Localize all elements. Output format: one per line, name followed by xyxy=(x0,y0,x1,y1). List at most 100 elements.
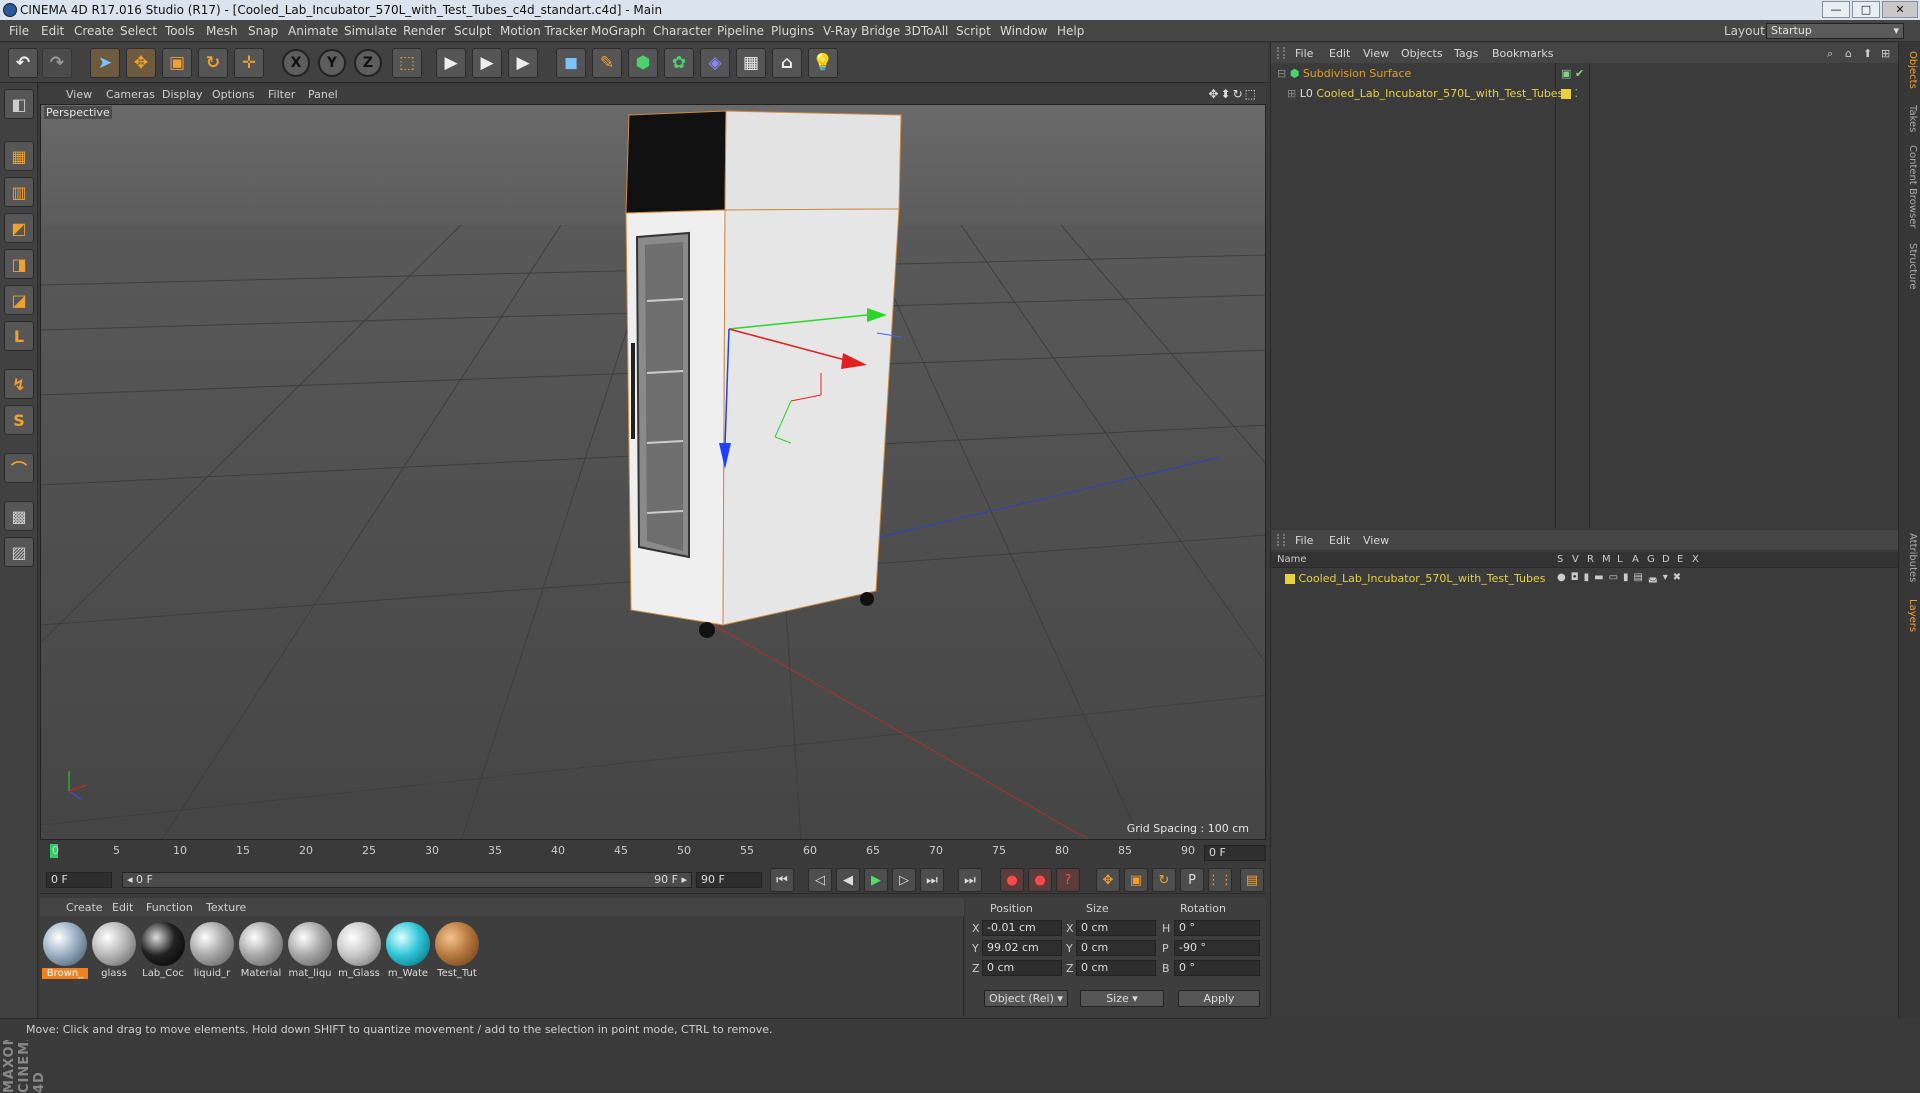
home-icon[interactable]: ⌂ xyxy=(1845,47,1852,60)
size-mode-dropdown[interactable]: Size ▾ xyxy=(1080,990,1164,1007)
layer-menu-edit[interactable]: Edit xyxy=(1329,534,1350,547)
up-arrow-icon[interactable]: ⬆ xyxy=(1863,47,1872,60)
render-view-button[interactable]: ▶ xyxy=(436,48,466,78)
object-menu-objects[interactable]: Objects xyxy=(1401,47,1443,60)
expand-icon[interactable]: ⊞ xyxy=(1287,87,1296,100)
menu-pipeline[interactable]: Pipeline xyxy=(717,24,764,38)
viewport-menu-options[interactable]: Options xyxy=(212,88,254,101)
tab-takes[interactable]: Takes xyxy=(1902,105,1918,132)
rotate-tool-button[interactable]: ↻ xyxy=(198,48,228,78)
menu-vray-bridge[interactable]: V-Ray Bridge xyxy=(823,24,900,38)
search-icon[interactable]: ⌕ xyxy=(1827,47,1833,61)
model-mode-button[interactable]: ▦ xyxy=(4,141,34,171)
layout-select[interactable]: Startup ▾ xyxy=(1766,23,1904,39)
tab-structure[interactable]: Structure xyxy=(1902,243,1918,290)
polygons-mode-button[interactable]: L xyxy=(4,321,34,351)
object-menu-edit[interactable]: Edit xyxy=(1329,47,1350,60)
render-settings-button[interactable]: ▶ xyxy=(508,48,538,78)
current-frame-field[interactable]: 0 F xyxy=(1204,845,1266,861)
menu-snap[interactable]: Snap xyxy=(248,24,278,38)
size-y-field[interactable]: 0 cm xyxy=(1076,940,1156,956)
material-swatch[interactable]: Material xyxy=(238,922,284,982)
render-picture-viewer-button[interactable]: ▶ xyxy=(472,48,502,78)
go-to-end-button[interactable]: ⏭ xyxy=(958,868,982,892)
subdivision-surface-button[interactable]: ⬢ xyxy=(628,48,658,78)
workplane-button[interactable]: ▩ xyxy=(4,501,34,531)
incubator-model[interactable] xyxy=(625,110,902,638)
menu-edit[interactable]: Edit xyxy=(41,24,64,38)
object-menu-file[interactable]: File xyxy=(1295,47,1313,60)
rotation-b-field[interactable]: 0 ° xyxy=(1174,960,1260,976)
material-swatch[interactable]: mat_liqu xyxy=(287,922,333,982)
object-tags[interactable]: ▣ ✔ xyxy=(1561,67,1584,80)
material-menu-edit[interactable]: Edit xyxy=(112,901,133,914)
menu-plugins[interactable]: Plugins xyxy=(771,24,814,38)
end-frame-field[interactable]: 90 F xyxy=(696,872,762,888)
material-menu-texture[interactable]: Texture xyxy=(206,901,246,914)
keyframe-selection-button[interactable]: ? xyxy=(1056,868,1080,892)
next-key-button[interactable]: ⏭ xyxy=(920,868,944,892)
material-swatch[interactable]: glass xyxy=(91,922,137,982)
maximize-button[interactable]: □ xyxy=(1852,1,1880,18)
record-key-button[interactable]: ● xyxy=(1000,868,1024,892)
viewport-menu-filter[interactable]: Filter xyxy=(268,88,295,101)
viewport-menu-panel[interactable]: Panel xyxy=(308,88,338,101)
menu-sculpt[interactable]: Sculpt xyxy=(454,24,491,38)
menu-help[interactable]: Help xyxy=(1057,24,1084,38)
menu-simulate[interactable]: Simulate xyxy=(344,24,397,38)
menu-animate[interactable]: Animate xyxy=(288,24,338,38)
menu-select[interactable]: Select xyxy=(120,24,157,38)
cube-primitive-button[interactable]: ◼ xyxy=(556,48,586,78)
menu-motion-tracker[interactable]: Motion Tracker xyxy=(500,24,588,38)
go-to-start-button[interactable]: ⏮ xyxy=(770,868,794,892)
menu-window[interactable]: Window xyxy=(1000,24,1047,38)
material-menu-function[interactable]: Function xyxy=(146,901,193,914)
deformer-button[interactable]: ◈ xyxy=(700,48,730,78)
new-view-icon[interactable]: ⊞ xyxy=(1881,47,1890,60)
timeline-window-button[interactable]: ▤ xyxy=(1240,868,1264,892)
position-y-field[interactable]: 99.02 cm xyxy=(982,940,1062,956)
tab-objects[interactable]: Objects xyxy=(1902,51,1918,89)
workplane-mode-button[interactable]: ◩ xyxy=(4,213,34,243)
camera-button[interactable]: ⌂ xyxy=(772,48,802,78)
material-swatch[interactable]: Test_Tut xyxy=(434,922,480,982)
collapse-icon[interactable]: ⊟ xyxy=(1277,67,1286,80)
autokey-button[interactable]: ● xyxy=(1028,868,1052,892)
live-selection-button[interactable]: ➤ xyxy=(90,48,120,78)
previous-frame-button[interactable]: ◀ xyxy=(836,868,860,892)
rotation-h-field[interactable]: 0 ° xyxy=(1174,920,1260,936)
tab-content-browser[interactable]: Content Browser xyxy=(1902,145,1918,228)
menu-file[interactable]: File xyxy=(9,24,29,38)
panel-grip-icon[interactable] xyxy=(1277,534,1285,546)
size-z-field[interactable]: 0 cm xyxy=(1076,960,1156,976)
pen-spline-button[interactable]: ✎ xyxy=(592,48,622,78)
material-menu-create[interactable]: Create xyxy=(66,901,103,914)
layer-color-tag[interactable]: ⁚ xyxy=(1561,87,1578,100)
rotation-p-field[interactable]: -90 ° xyxy=(1174,940,1260,956)
minimize-button[interactable]: — xyxy=(1822,1,1850,18)
apply-button[interactable]: Apply xyxy=(1178,990,1260,1007)
redo-button[interactable]: ↷ xyxy=(42,48,72,78)
menu-tools[interactable]: Tools xyxy=(165,24,195,38)
tweak-mode-button[interactable]: S xyxy=(4,405,34,435)
texture-mode-button[interactable]: ▥ xyxy=(4,177,34,207)
position-x-field[interactable]: -0.01 cm xyxy=(982,920,1062,936)
z-axis-lock-button[interactable]: Z xyxy=(354,49,382,77)
close-button[interactable]: ✕ xyxy=(1882,1,1918,18)
y-axis-lock-button[interactable]: Y xyxy=(318,49,346,77)
start-frame-field[interactable]: 0 F xyxy=(46,872,112,888)
x-axis-lock-button[interactable]: X xyxy=(282,49,310,77)
light-button[interactable]: 💡 xyxy=(808,48,838,78)
record-pla-button[interactable]: ⋮⋮ xyxy=(1207,868,1233,892)
panel-grip-icon[interactable] xyxy=(1277,47,1285,59)
menu-create[interactable]: Create xyxy=(74,24,114,38)
axis-mode-button[interactable]: ↯ xyxy=(4,369,34,399)
floor-button[interactable]: ▦ xyxy=(736,48,766,78)
object-row[interactable]: ⊟ ⬢ Subdivision Surface xyxy=(1277,67,1411,80)
next-frame-button[interactable]: ▷ xyxy=(892,868,916,892)
layer-flag-icons[interactable]: ●◘▮▬▭▮▤◛▾✖ xyxy=(1557,572,1686,583)
tab-layers[interactable]: Layers xyxy=(1902,599,1918,632)
object-menu-tags[interactable]: Tags xyxy=(1454,47,1478,60)
points-mode-button[interactable]: ◨ xyxy=(4,249,34,279)
tab-attributes[interactable]: Attributes xyxy=(1902,533,1918,582)
